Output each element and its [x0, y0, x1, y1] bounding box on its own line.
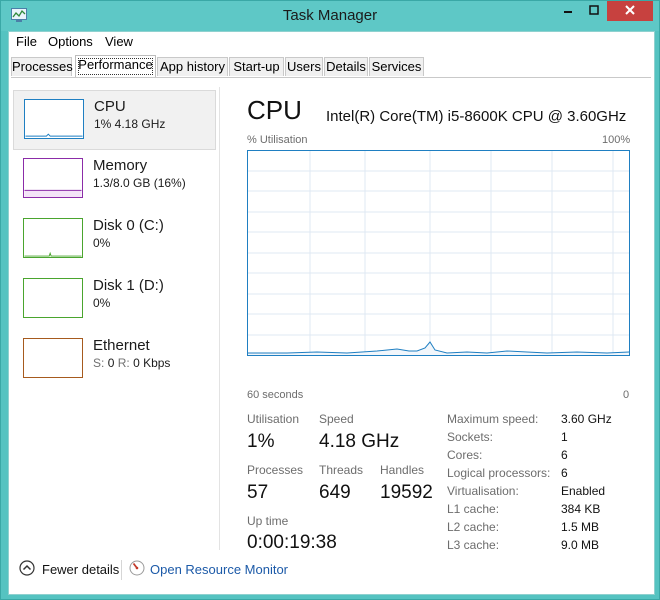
sidebar-item-memory[interactable]: Memory 1.3/8.0 GB (16%)	[13, 150, 216, 210]
chevron-up-circle-icon[interactable]	[19, 560, 35, 576]
utilisation-label: Utilisation	[247, 412, 300, 426]
graph-y-axis-label: % Utilisation	[247, 134, 308, 146]
ethernet-receive-value: 0 Kbps	[133, 356, 171, 370]
l1-cache-value: 384 KB	[561, 502, 601, 516]
sidebar-item-disk-1-detail: 0%	[93, 296, 111, 310]
ethernet-send-label: S:	[93, 356, 105, 370]
close-icon	[625, 5, 635, 15]
close-button[interactable]	[607, 1, 653, 21]
resource-monitor-icon	[129, 560, 145, 576]
sidebar-item-cpu-detail: 1% 4.18 GHz	[94, 117, 166, 131]
sidebar-item-disk-0-name: Disk 0 (C:)	[93, 217, 164, 234]
maximize-icon	[589, 5, 599, 15]
sidebar-item-disk-1-name: Disk 1 (D:)	[93, 277, 164, 294]
cpu-detail-pane: CPU Intel(R) Core(TM) i5-8600K CPU @ 3.6…	[221, 87, 651, 553]
disk-1-mini-graph	[23, 278, 83, 318]
footer-bar: Fewer details Open Resource Monitor	[9, 552, 654, 594]
threads-label: Threads	[319, 463, 364, 477]
cpu-utilisation-graph	[247, 150, 630, 356]
l3-cache-label: L3 cache:	[447, 538, 500, 552]
menu-view[interactable]: View	[105, 34, 133, 49]
focus-rectangle	[78, 58, 153, 75]
cpu-mini-graph	[24, 99, 84, 139]
performance-sidebar: CPU 1% 4.18 GHz Memory 1.3/8.0 GB (16%) …	[9, 87, 220, 550]
speed-label: Speed	[319, 412, 354, 426]
cores-value: 6	[561, 448, 568, 462]
graph-x-right-label: 0	[623, 389, 630, 401]
tab-start-up[interactable]: Start-up	[229, 57, 284, 76]
l3-cache-value: 9.0 MB	[561, 538, 600, 552]
l2-cache-value: 1.5 MB	[561, 520, 600, 534]
minimize-icon	[563, 11, 572, 13]
graph-y-max-label: 100%	[602, 134, 631, 146]
ethernet-mini-graph	[23, 338, 83, 378]
l2-cache-label: L2 cache:	[447, 520, 500, 534]
uptime-value: 0:00:19:38	[247, 532, 337, 553]
sidebar-item-disk-0-detail: 0%	[93, 236, 111, 250]
processes-value: 57	[247, 482, 269, 503]
uptime-label: Up time	[247, 514, 289, 528]
tab-performance[interactable]: Performance	[75, 55, 156, 77]
minimize-button[interactable]	[554, 1, 581, 21]
sidebar-item-ethernet[interactable]: Ethernet S: 0 R: 0 Kbps	[13, 330, 216, 390]
graph-x-left-label: 60 seconds	[247, 389, 304, 401]
handles-label: Handles	[380, 463, 425, 477]
fewer-details-button[interactable]: Fewer details	[42, 562, 119, 577]
task-manager-window: Task Manager File Options View Processes…	[0, 0, 660, 600]
max-speed-label: Maximum speed:	[447, 412, 539, 426]
tab-strip: Processes Performance App history Start-…	[11, 55, 651, 78]
max-speed-value: 3.60 GHz	[561, 412, 612, 426]
logical-processors-value: 6	[561, 466, 568, 480]
sidebar-item-ethernet-detail: S: 0 R: 0 Kbps	[93, 356, 170, 370]
sidebar-item-memory-detail: 1.3/8.0 GB (16%)	[93, 176, 186, 190]
sidebar-item-cpu-name: CPU	[94, 98, 126, 115]
tab-processes[interactable]: Processes	[11, 57, 73, 76]
handles-value: 19592	[380, 482, 433, 503]
virtualisation-label: Virtualisation:	[447, 484, 519, 498]
sockets-label: Sockets:	[447, 430, 494, 444]
logical-processors-label: Logical processors:	[447, 466, 551, 480]
menu-options[interactable]: Options	[48, 34, 93, 49]
sidebar-item-ethernet-name: Ethernet	[93, 337, 150, 354]
cores-label: Cores:	[447, 448, 483, 462]
menu-file[interactable]: File	[16, 34, 37, 49]
sidebar-item-disk-0[interactable]: Disk 0 (C:) 0%	[13, 210, 216, 270]
sidebar-item-memory-name: Memory	[93, 157, 148, 174]
menu-bar: File Options View	[9, 32, 654, 52]
sockets-value: 1	[561, 430, 568, 444]
tab-app-history[interactable]: App history	[157, 57, 228, 76]
cpu-title: CPU	[247, 95, 302, 125]
client-area: File Options View Processes Performance …	[8, 31, 655, 595]
utilisation-value: 1%	[247, 431, 275, 452]
ethernet-receive-label: R:	[117, 356, 130, 370]
open-resource-monitor-link[interactable]: Open Resource Monitor	[150, 562, 288, 577]
speed-value: 4.18 GHz	[319, 431, 400, 452]
virtualisation-value: Enabled	[561, 484, 606, 498]
tab-details[interactable]: Details	[324, 57, 368, 76]
maximize-button[interactable]	[581, 1, 607, 21]
title-bar[interactable]: Task Manager	[1, 1, 659, 31]
l1-cache-label: L1 cache:	[447, 502, 500, 516]
ethernet-send-value: 0	[107, 356, 115, 370]
threads-value: 649	[319, 482, 351, 503]
tab-users[interactable]: Users	[285, 57, 323, 76]
memory-mini-graph	[23, 158, 83, 198]
sidebar-item-cpu[interactable]: CPU 1% 4.18 GHz	[13, 90, 216, 150]
cpu-model: Intel(R) Core(TM) i5-8600K CPU @ 3.60GHz	[326, 108, 627, 125]
processes-label: Processes	[247, 463, 304, 477]
tab-services[interactable]: Services	[369, 57, 424, 76]
disk-0-mini-graph	[23, 218, 83, 258]
footer-divider	[121, 560, 122, 580]
sidebar-item-disk-1[interactable]: Disk 1 (D:) 0%	[13, 270, 216, 330]
